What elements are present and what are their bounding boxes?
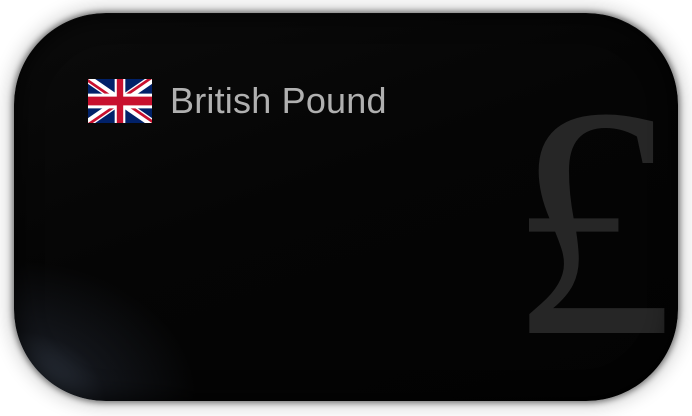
uk-flag-icon [88,79,152,123]
stage: £ British Pound [0,0,692,416]
svg-text:£: £ [510,75,675,375]
card-header: British Pound [88,79,387,123]
currency-name: British Pound [170,80,387,121]
currency-card[interactable]: £ British Pound [14,13,678,401]
pound-symbol-watermark: £ [510,75,675,375]
